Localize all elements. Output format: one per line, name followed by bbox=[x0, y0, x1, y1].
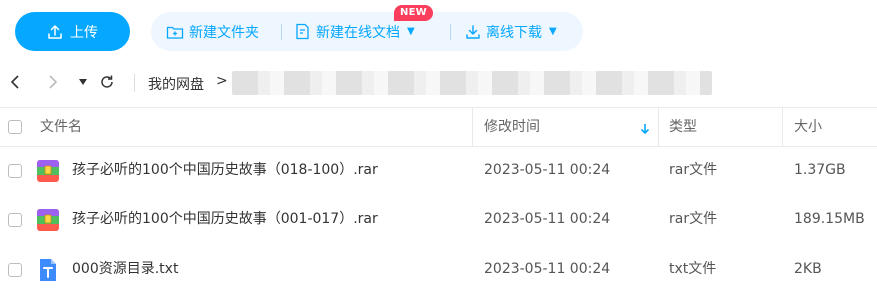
select-all-checkbox[interactable] bbox=[8, 120, 22, 134]
column-divider bbox=[782, 108, 783, 146]
caret-down-icon: ▼ bbox=[549, 26, 557, 37]
txt-file-icon bbox=[36, 258, 60, 282]
row-checkbox[interactable] bbox=[8, 263, 22, 277]
column-header-size[interactable]: 大小 bbox=[794, 108, 822, 146]
new-folder-label: 新建文件夹 bbox=[189, 24, 259, 41]
column-divider bbox=[658, 108, 659, 146]
rar-archive-icon bbox=[36, 159, 60, 183]
breadcrumb-separator: > bbox=[216, 73, 228, 89]
upload-button[interactable]: 上传 bbox=[15, 12, 130, 51]
table-row[interactable]: 孩子必听的100个中国历史故事（001-017）.rar 2023-05-11 … bbox=[0, 195, 877, 244]
upload-label: 上传 bbox=[70, 24, 98, 41]
new-badge: NEW bbox=[394, 5, 433, 21]
caret-down-icon: ▼ bbox=[407, 26, 415, 37]
divider bbox=[134, 74, 135, 92]
breadcrumb-root[interactable]: 我的网盘 bbox=[148, 74, 204, 94]
column-divider bbox=[472, 108, 473, 146]
table-row[interactable]: 000资源目录.txt 2023-05-11 00:24 txt文件 2KB bbox=[0, 245, 877, 294]
file-name[interactable]: 000资源目录.txt bbox=[72, 245, 178, 294]
column-header-name[interactable]: 文件名 bbox=[40, 108, 82, 146]
divider bbox=[281, 24, 282, 40]
history-dropdown-icon[interactable] bbox=[72, 71, 94, 93]
modified-time: 2023-05-11 00:24 bbox=[484, 211, 611, 227]
new-folder-icon bbox=[166, 24, 184, 40]
rar-archive-icon bbox=[36, 208, 60, 232]
file-type: txt文件 bbox=[669, 261, 717, 277]
upload-icon bbox=[47, 24, 63, 40]
file-size: 2KB bbox=[794, 261, 822, 277]
navigation-bar: 我的网盘 > bbox=[0, 65, 877, 101]
forward-icon[interactable] bbox=[42, 71, 64, 93]
column-header-type[interactable]: 类型 bbox=[669, 108, 697, 146]
file-size: 189.15MB bbox=[794, 211, 865, 227]
refresh-icon[interactable] bbox=[96, 71, 118, 93]
row-checkbox[interactable] bbox=[8, 213, 22, 227]
sort-descending-icon[interactable] bbox=[640, 120, 650, 139]
divider bbox=[450, 24, 451, 40]
column-header-modified[interactable]: 修改时间 bbox=[484, 108, 540, 146]
new-doc-icon bbox=[295, 23, 311, 40]
toolbar: 上传 新建文件夹 新建在线文档 ▼ 离线下载 ▼ NEW bbox=[0, 0, 877, 62]
file-size: 1.37GB bbox=[794, 162, 846, 178]
new-online-doc-label: 新建在线文档 bbox=[316, 24, 400, 41]
redacted-breadcrumb-path bbox=[232, 71, 712, 95]
offline-download-label: 离线下载 bbox=[486, 24, 542, 41]
modified-time: 2023-05-11 00:24 bbox=[484, 261, 611, 277]
modified-time: 2023-05-11 00:24 bbox=[484, 162, 611, 178]
file-name[interactable]: 孩子必听的100个中国历史故事（018-100）.rar bbox=[72, 146, 378, 195]
download-icon bbox=[465, 24, 481, 40]
row-checkbox[interactable] bbox=[8, 164, 22, 178]
file-type: rar文件 bbox=[669, 162, 718, 178]
table-row[interactable]: 孩子必听的100个中国历史故事（018-100）.rar 2023-05-11 … bbox=[0, 146, 877, 195]
back-icon[interactable] bbox=[4, 71, 26, 93]
action-group: 新建文件夹 新建在线文档 ▼ 离线下载 ▼ bbox=[151, 12, 583, 51]
file-table-header: 文件名 修改时间 类型 大小 bbox=[0, 107, 877, 147]
file-name[interactable]: 孩子必听的100个中国历史故事（001-017）.rar bbox=[72, 195, 378, 244]
file-type: rar文件 bbox=[669, 211, 718, 227]
new-folder-button[interactable]: 新建文件夹 bbox=[166, 12, 259, 51]
offline-download-button[interactable]: 离线下载 ▼ bbox=[465, 12, 557, 51]
